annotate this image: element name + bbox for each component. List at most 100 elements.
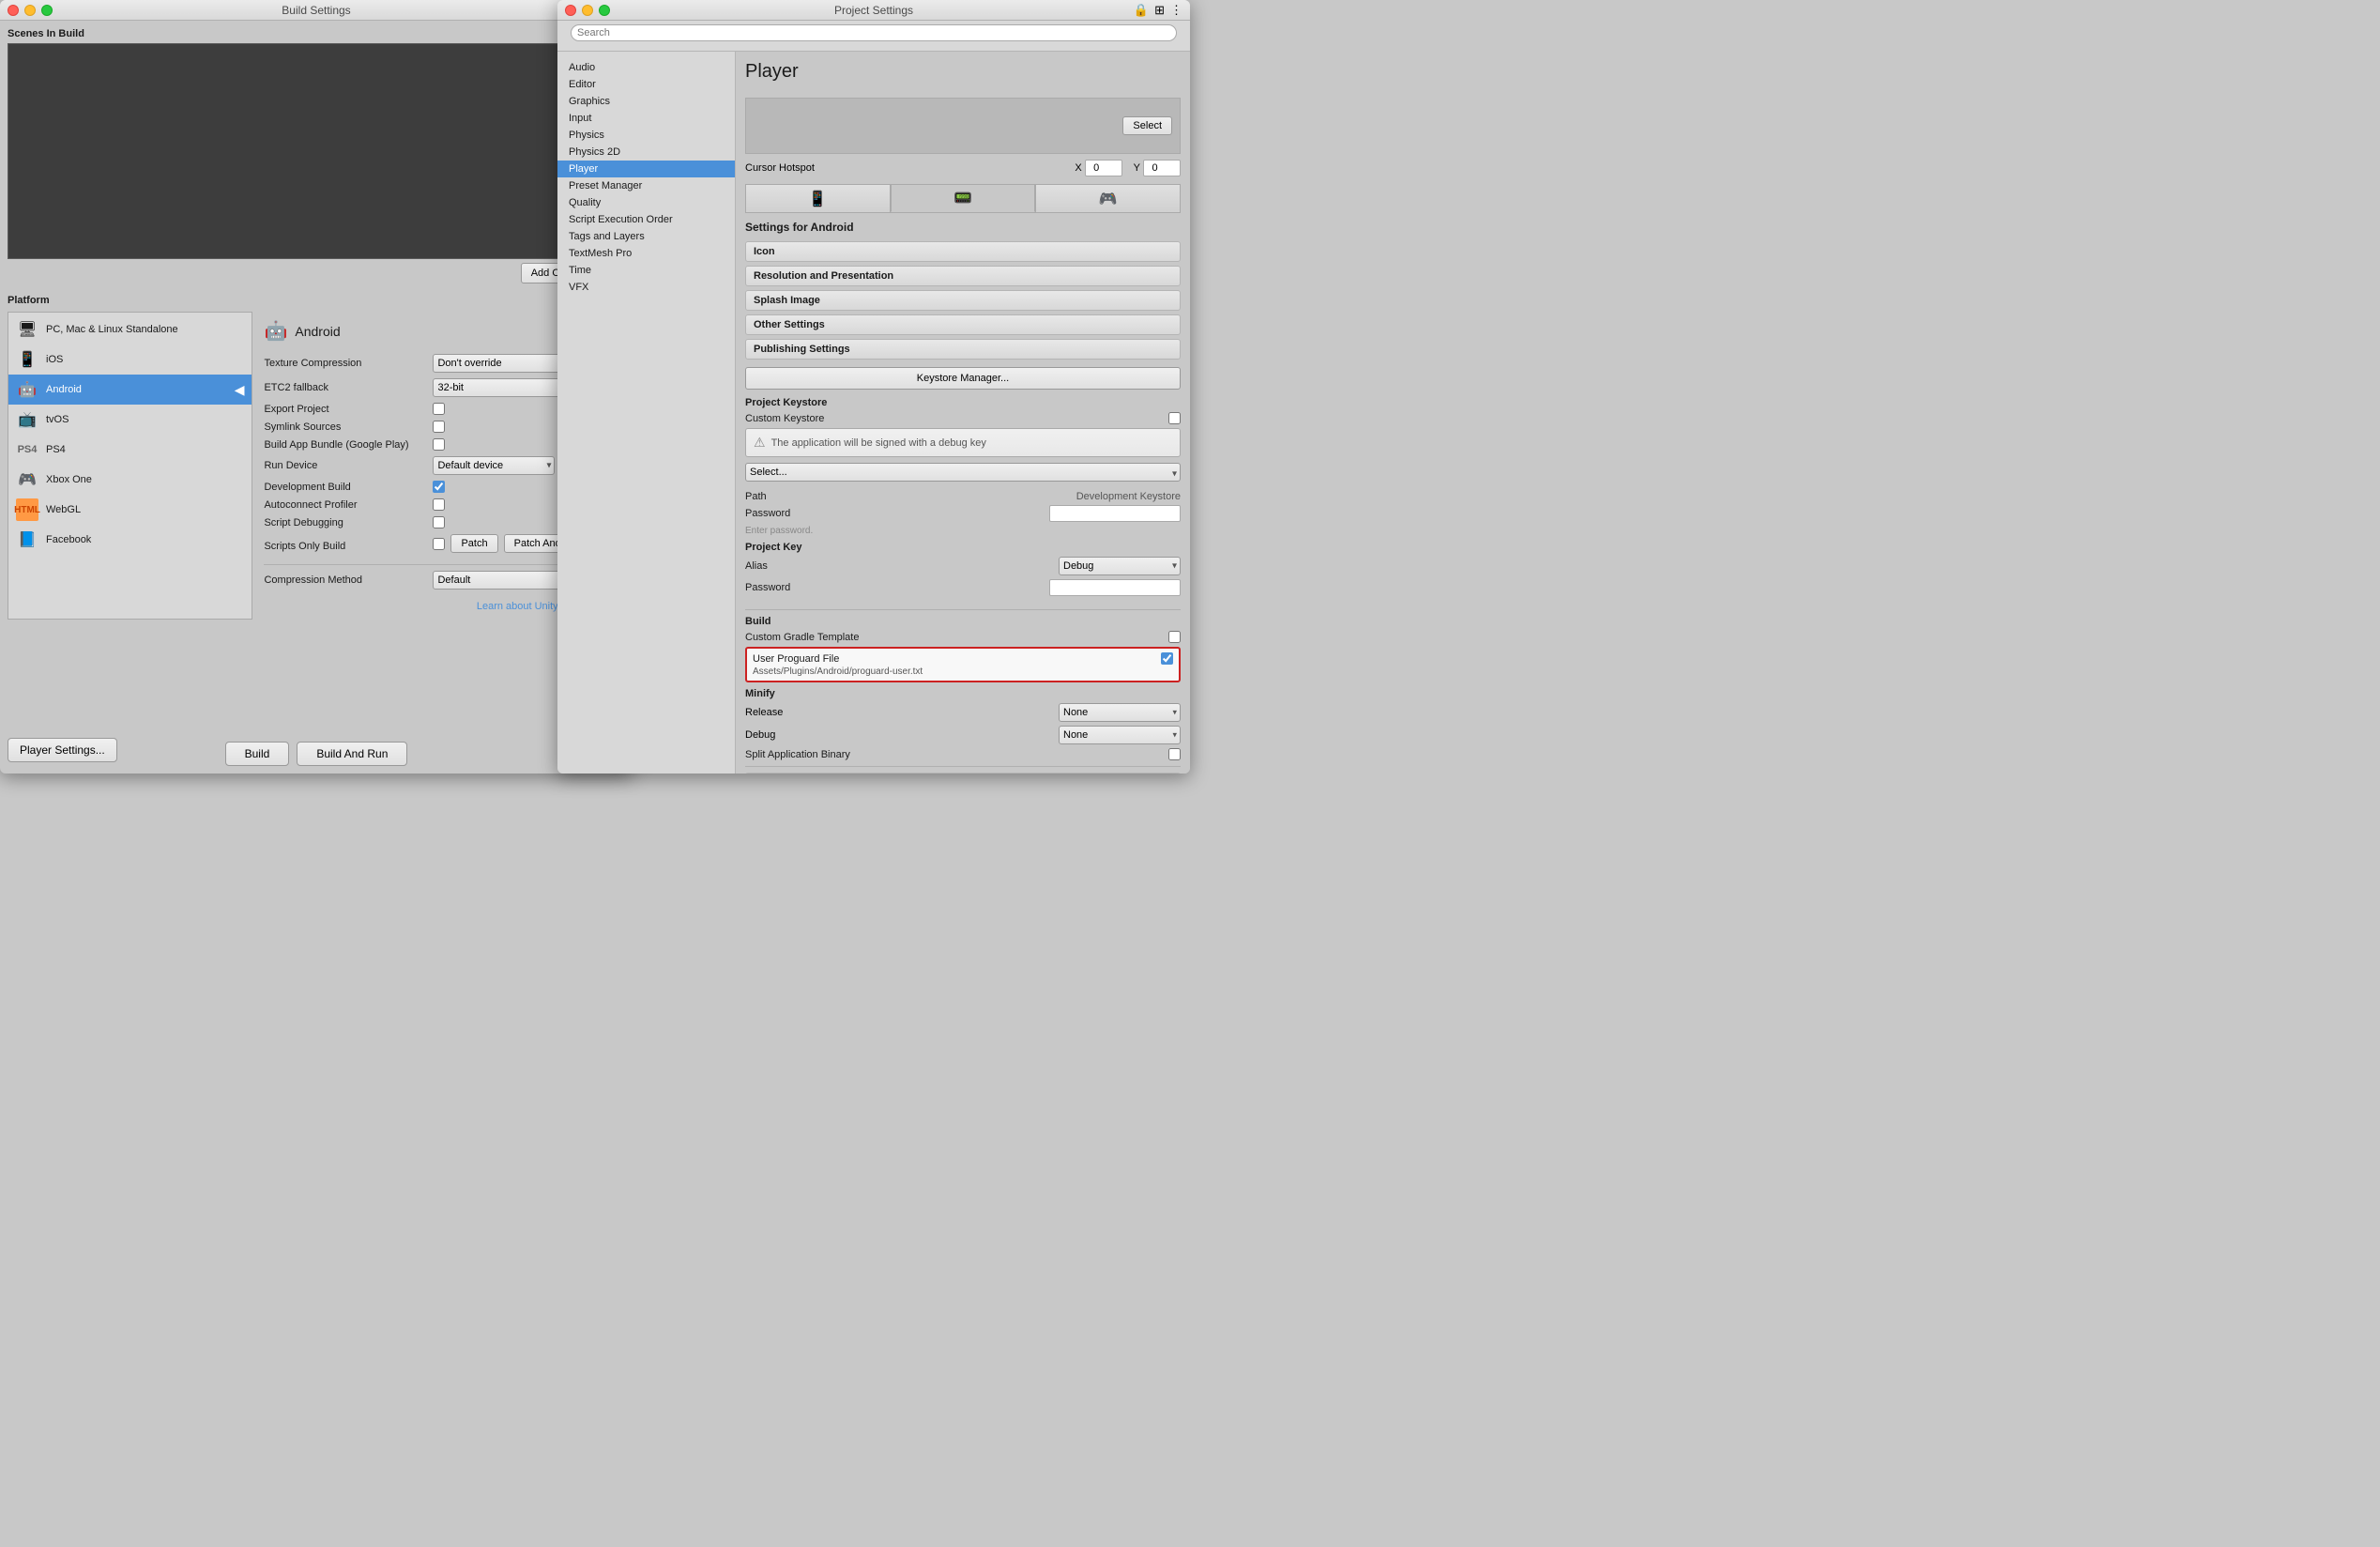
nav-item-editor[interactable]: Editor [557,76,735,93]
development-build-checkbox[interactable] [433,481,445,493]
export-project-label: Export Project [264,404,433,415]
tvos-icon: 📺 [16,408,38,431]
select-button[interactable]: Select [1122,116,1172,135]
ps-maximize-button[interactable] [599,5,610,16]
custom-keystore-checkbox[interactable] [1168,412,1181,424]
nav-item-graphics[interactable]: Graphics [557,93,735,110]
build-app-bundle-checkbox[interactable] [433,438,445,451]
autoconnect-profiler-checkbox[interactable] [433,498,445,511]
split-app-binary-checkbox[interactable] [1168,748,1181,760]
minimize-button[interactable] [24,5,36,16]
scenes-list [8,43,625,259]
run-device-dropdown[interactable]: Default device [433,456,555,475]
tab-tablet[interactable]: 📟 [891,184,1036,212]
platform-item-pc[interactable]: 🖥 PC, Mac & Linux Standalone [8,314,252,345]
proguard-checkbox[interactable] [1161,652,1173,665]
android-icon: 🤖 [16,378,38,401]
maximize-button[interactable] [41,5,53,16]
cursor-hotspot-x[interactable] [1085,160,1122,176]
platform-item-tvos[interactable]: 📺 tvOS [8,405,252,435]
alias-label: Alias [745,560,1059,572]
ps-nav: Audio Editor Graphics Input Physics Phys… [557,52,736,774]
alias-dropdown[interactable]: Debug [1059,557,1181,575]
platform-item-ios[interactable]: 📱 iOS [8,345,252,375]
custom-keystore-row: Custom Keystore [745,412,1181,424]
platform-label-facebook: Facebook [46,534,91,545]
split-app-binary-label: Split Application Binary [745,749,1168,760]
platform-item-facebook[interactable]: 📘 Facebook [8,525,252,555]
platform-label-tvos: tvOS [46,414,69,425]
custom-keystore-label: Custom Keystore [745,413,1168,424]
autoconnect-profiler-label: Autoconnect Profiler [264,499,433,511]
minify-release-dropdown[interactable]: None [1059,703,1181,722]
project-settings-title: Project Settings [834,4,913,17]
run-device-label: Run Device [264,460,433,471]
custom-gradle-checkbox[interactable] [1168,631,1181,643]
section-publishing[interactable]: Publishing Settings [745,339,1181,360]
ps-search-input[interactable] [571,24,1177,41]
platform-item-ps4[interactable]: PS4 PS4 [8,435,252,465]
webgl-icon: HTML [16,498,38,521]
section-splash[interactable]: Splash Image [745,290,1181,311]
build-and-run-button[interactable]: Build And Run [297,742,407,766]
password-placeholder: Enter password. [745,526,1181,536]
scripts-only-build-checkbox[interactable] [433,538,445,550]
nav-item-tags-and-layers[interactable]: Tags and Layers [557,228,735,245]
debug-key-text: The application will be signed with a de… [771,437,986,449]
proguard-label: User Proguard File [753,653,1161,665]
nav-item-script-execution-order[interactable]: Script Execution Order [557,211,735,228]
minify-debug-dropdown[interactable]: None [1059,726,1181,744]
path-label: Path [745,491,1076,502]
cursor-hotspot-y[interactable] [1143,160,1181,176]
build-button[interactable]: Build [225,742,290,766]
script-debugging-checkbox[interactable] [433,516,445,528]
nav-item-physics[interactable]: Physics [557,127,735,144]
info-icon: ⚠ [754,435,766,451]
project-keystore-title: Project Keystore [745,397,1181,408]
ps-traffic-lights [565,5,610,16]
alias-password-input[interactable] [1049,579,1181,596]
section-resolution[interactable]: Resolution and Presentation [745,266,1181,286]
tab-mobile[interactable]: 📱 [745,184,891,212]
ps-minimize-button[interactable] [582,5,593,16]
ps-more-icon[interactable]: ⋮ [1170,3,1182,18]
tab-gamepad[interactable]: 🎮 [1035,184,1181,212]
project-settings-titlebar: Project Settings 🔒 ⊞ ⋮ [557,0,1190,21]
nav-item-input[interactable]: Input [557,110,735,127]
nav-item-preset-manager[interactable]: Preset Manager [557,177,735,194]
nav-item-physics2d[interactable]: Physics 2D [557,144,735,161]
cursor-hotspot-label: Cursor Hotspot [745,162,1069,174]
keystore-select[interactable]: Select... [745,463,1181,482]
minify-section: Minify Release None Debug None [745,688,1181,760]
ps-close-button[interactable] [565,5,576,16]
symlink-sources-checkbox[interactable] [433,421,445,433]
android-active-icon: ◀ [235,382,245,398]
ps-menu-icon[interactable]: ⊞ [1154,3,1165,18]
patch-button[interactable]: Patch [450,534,497,553]
export-project-checkbox[interactable] [433,403,445,415]
nav-item-quality[interactable]: Quality [557,194,735,211]
custom-gradle-label: Custom Gradle Template [745,632,1168,643]
platform-item-android[interactable]: 🤖 Android ◀ [8,375,252,405]
platform-label-ps4: PS4 [46,444,66,455]
section-icon[interactable]: Icon [745,241,1181,262]
platform-label-pc: PC, Mac & Linux Standalone [46,324,178,335]
section-other[interactable]: Other Settings [745,314,1181,335]
keystore-manager-button[interactable]: Keystore Manager... [745,367,1181,390]
nav-item-vfx[interactable]: VFX [557,279,735,296]
platform-tabs: 📱 📟 🎮 [745,184,1181,213]
nav-item-audio[interactable]: Audio [557,59,735,76]
player-settings-button[interactable]: Player Settings... [8,738,117,762]
password-input[interactable] [1049,505,1181,522]
platform-item-xboxone[interactable]: 🎮 Xbox One [8,465,252,495]
nav-item-textmesh-pro[interactable]: TextMesh Pro [557,245,735,262]
nav-item-time[interactable]: Time [557,262,735,279]
section-xr[interactable]: XR Settings [745,773,1181,774]
nav-item-player[interactable]: Player [557,161,735,177]
platform-item-webgl[interactable]: HTML WebGL [8,495,252,525]
settings-for-label: Settings for Android [745,221,1181,234]
build-app-bundle-label: Build App Bundle (Google Play) [264,439,433,451]
path-value: Development Keystore [1076,491,1181,502]
close-button[interactable] [8,5,19,16]
alias-row: Alias Debug [745,557,1181,575]
